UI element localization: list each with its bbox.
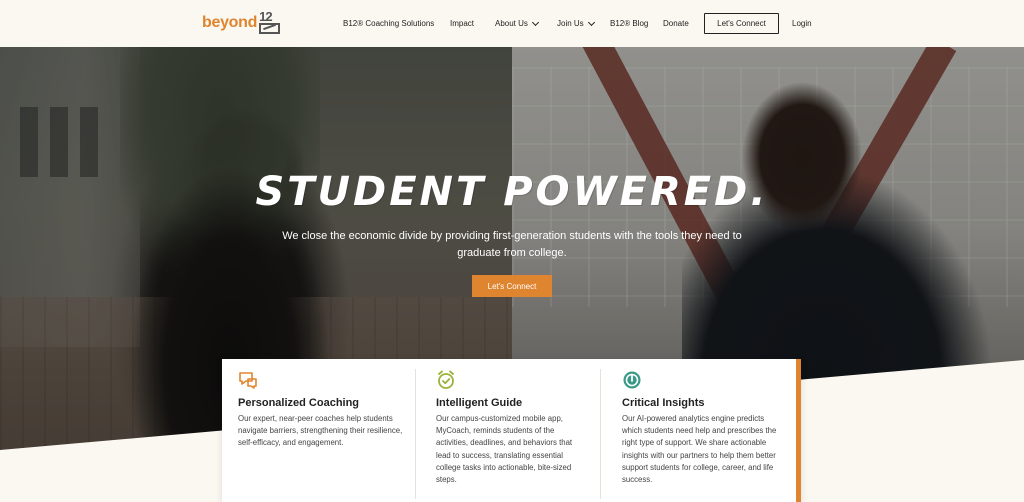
feature-card-coaching: Personalized Coaching Our expert, near-p… (238, 359, 418, 502)
hero-headline: STUDENT POWERED. (255, 169, 769, 215)
hero-lets-connect-button[interactable]: Let's Connect (472, 275, 552, 297)
alarm-clock-check-icon (438, 370, 454, 389)
nav-item-about-us[interactable]: About Us (495, 18, 539, 28)
feature-description: Our AI-powered analytics engine predicts… (622, 414, 777, 485)
chat-bubbles-icon (239, 372, 257, 389)
chevron-down-icon (587, 18, 595, 26)
feature-description: Our campus-customized mobile app, MyCoac… (436, 414, 573, 485)
nav-item-join-us[interactable]: Join Us (557, 18, 595, 28)
feature-title: Personalized Coaching (238, 397, 360, 409)
nav-item-coaching-solutions[interactable]: B12® Coaching Solutions (343, 19, 434, 28)
divider (600, 369, 601, 499)
feature-card-guide: Intelligent Guide Our campus-customized … (436, 359, 596, 502)
login-link[interactable]: Login (792, 19, 812, 28)
nav-lets-connect-button[interactable]: Let's Connect (704, 13, 779, 34)
top-nav: beyond 12 B12® Coaching Solutions Impact… (0, 0, 1024, 47)
chevron-down-icon (531, 18, 539, 26)
logo-mark-icon: 12 (259, 9, 281, 34)
nav-item-impact[interactable]: Impact (450, 19, 474, 28)
nav-item-blog[interactable]: B12® Blog (610, 19, 648, 28)
hero-subtext: We close the economic divide by providin… (282, 230, 742, 259)
nav-item-donate[interactable]: Donate (663, 19, 689, 28)
divider (415, 369, 416, 499)
logo-mark-number: 12 (259, 9, 273, 24)
feature-description: Our expert, near-peer coaches help stude… (238, 414, 403, 448)
features-panel: Personalized Coaching Our expert, near-p… (222, 359, 801, 502)
feature-card-insights: Critical Insights Our AI-powered analyti… (622, 359, 782, 502)
logo-wordmark: beyond (202, 14, 258, 31)
target-insights-icon (623, 371, 641, 389)
feature-title: Intelligent Guide (436, 397, 523, 409)
beyond-12-logo[interactable]: beyond 12 (202, 9, 281, 35)
feature-title: Critical Insights (622, 397, 705, 409)
